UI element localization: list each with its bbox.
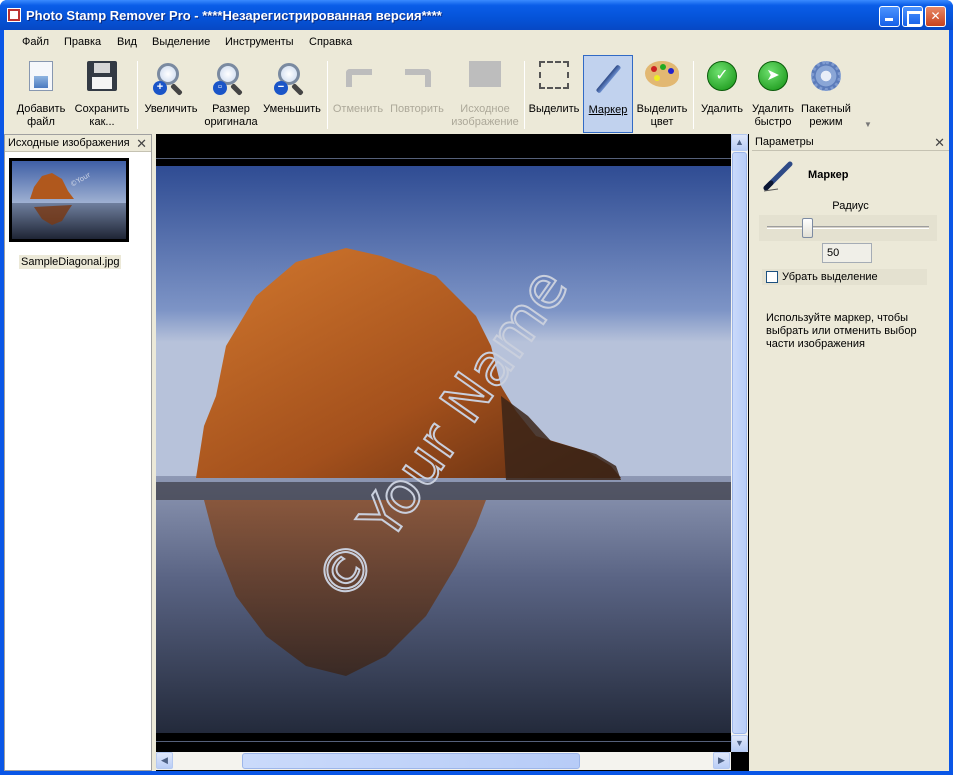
- original-size-button[interactable]: ▫ Размер оригинала: [203, 55, 259, 133]
- menu-bar: Файл Правка Вид Выделение Инструменты Сп…: [4, 33, 949, 53]
- zoom-out-icon: −: [274, 61, 310, 97]
- menu-selection[interactable]: Выделение: [152, 36, 210, 48]
- select-label: Выделить: [528, 103, 580, 115]
- save-as-label: Сохранить как...: [74, 103, 130, 128]
- original-size-label: Размер оригинала: [204, 103, 258, 128]
- save-as-button[interactable]: Сохранить как...: [71, 55, 133, 133]
- source-image-icon: [469, 61, 501, 87]
- zoom-in-label: Увеличить: [144, 103, 198, 115]
- select-button[interactable]: Выделить: [527, 55, 581, 133]
- marker-label: Маркер: [588, 104, 628, 116]
- redo-label: Повторить: [390, 103, 444, 115]
- remove-button[interactable]: ✓ Удалить: [697, 55, 747, 133]
- save-icon: [87, 61, 117, 91]
- add-file-icon: [29, 61, 53, 91]
- marker-icon: [590, 62, 626, 98]
- add-file-button[interactable]: Добавить файл: [13, 55, 69, 133]
- menu-file[interactable]: Файл: [22, 36, 49, 48]
- photo-canvas[interactable]: © Your Name: [156, 166, 731, 733]
- photo-image: © Your Name: [156, 166, 731, 733]
- batch-mode-label: Пакетный режим: [801, 103, 851, 128]
- radius-slider[interactable]: [759, 215, 937, 241]
- remove-fast-run-icon: ➤: [758, 61, 788, 91]
- toolbar-separator: [327, 61, 328, 129]
- toolbar: Добавить файл Сохранить как... + Увеличи…: [7, 55, 877, 133]
- tool-name: Маркер: [808, 169, 849, 181]
- zoom-out-label: Уменьшить: [263, 103, 321, 115]
- title-bar[interactable]: Photo Stamp Remover Pro - ****Незарегист…: [0, 0, 953, 30]
- thumbnail-filename: SampleDiagonal.jpg: [19, 255, 122, 269]
- remove-fast-label: Удалить быстро: [752, 103, 794, 128]
- maximize-button[interactable]: [902, 6, 923, 27]
- remove-fast-button[interactable]: ➤ Удалить быстро: [748, 55, 798, 133]
- close-panel-icon[interactable]: ✕: [136, 136, 147, 152]
- radius-label: Радиус: [832, 200, 869, 212]
- gear-icon: [811, 61, 841, 91]
- scroll-up-icon[interactable]: ▲: [731, 134, 748, 151]
- remove-label: Удалить: [701, 103, 743, 115]
- palette-icon: [645, 61, 679, 87]
- source-image-button[interactable]: Исходное изображение: [449, 55, 521, 133]
- parameters-header: Параметры ✕: [752, 134, 949, 151]
- marker-tool-icon: [762, 160, 796, 192]
- menu-view[interactable]: Вид: [117, 36, 137, 48]
- image-viewer[interactable]: © Your Name ▲ ▼ ◀ ▶: [156, 134, 749, 771]
- source-images-header: Исходные изображения ✕: [5, 135, 151, 152]
- close-button[interactable]: ✕: [925, 6, 946, 27]
- horizontal-scroll-thumb[interactable]: [242, 753, 580, 769]
- radius-value[interactable]: 50: [822, 243, 872, 263]
- close-panel-icon[interactable]: ✕: [934, 135, 945, 151]
- batch-mode-button[interactable]: Пакетный режим: [798, 55, 854, 133]
- redo-button[interactable]: Повторить: [387, 55, 447, 133]
- help-text: Используйте маркер, чтобы выбрать или от…: [766, 312, 917, 350]
- redo-icon: [399, 61, 435, 97]
- undo-button[interactable]: Отменить: [331, 55, 385, 133]
- scroll-left-icon[interactable]: ◀: [156, 752, 173, 769]
- remove-run-icon: ✓: [707, 61, 737, 91]
- source-image-label: Исходное изображение: [451, 103, 519, 128]
- zoom-in-button[interactable]: + Увеличить: [141, 55, 201, 133]
- slider-track: [767, 226, 929, 229]
- scroll-down-icon[interactable]: ▼: [731, 735, 748, 752]
- vertical-scroll-thumb[interactable]: [732, 152, 747, 734]
- toolbar-separator: [137, 61, 138, 129]
- vertical-scrollbar[interactable]: ▲ ▼: [731, 134, 748, 752]
- marker-button[interactable]: Маркер: [583, 55, 633, 133]
- app-window: Photo Stamp Remover Pro - ****Незарегист…: [0, 0, 953, 775]
- source-images-title: Исходные изображения: [8, 137, 130, 149]
- app-icon: [7, 8, 21, 22]
- clear-selection-label: Убрать выделение: [782, 271, 878, 283]
- select-rect-icon: [539, 61, 569, 89]
- undo-label: Отменить: [332, 103, 384, 115]
- zoom-in-icon: +: [153, 61, 189, 97]
- parameters-panel: Параметры ✕ Маркер Радиус 50 Убрать выде…: [752, 134, 949, 771]
- thumbnail-image: ©Your: [12, 161, 126, 239]
- menu-edit[interactable]: Правка: [64, 36, 101, 48]
- toolbar-overflow-chevron-icon[interactable]: ▼: [864, 120, 872, 129]
- undo-icon: [340, 61, 376, 97]
- window-title: Photo Stamp Remover Pro - ****Незарегист…: [26, 8, 442, 23]
- horizontal-scrollbar[interactable]: ◀ ▶: [156, 752, 731, 770]
- scroll-right-icon[interactable]: ▶: [713, 752, 730, 769]
- clear-selection-checkbox-row[interactable]: Убрать выделение: [762, 269, 927, 285]
- client-area: Файл Правка Вид Выделение Инструменты Сп…: [4, 30, 949, 771]
- parameters-title: Параметры: [755, 136, 814, 148]
- clear-selection-checkbox[interactable]: [766, 271, 778, 283]
- menu-tools[interactable]: Инструменты: [225, 36, 294, 48]
- toolbar-separator: [693, 61, 694, 129]
- toolbar-separator: [524, 61, 525, 129]
- slider-knob[interactable]: [802, 218, 813, 238]
- source-images-panel: Исходные изображения ✕ ©Your SampleDiago…: [4, 134, 152, 771]
- minimize-button[interactable]: [879, 6, 900, 27]
- add-file-label: Добавить файл: [16, 103, 66, 128]
- image-thumbnail[interactable]: ©Your: [9, 158, 129, 242]
- zoom-out-button[interactable]: − Уменьшить: [261, 55, 323, 133]
- original-size-icon: ▫: [213, 61, 249, 97]
- select-color-button[interactable]: Выделить цвет: [635, 55, 689, 133]
- menu-help[interactable]: Справка: [309, 36, 352, 48]
- select-color-label: Выделить цвет: [636, 103, 688, 128]
